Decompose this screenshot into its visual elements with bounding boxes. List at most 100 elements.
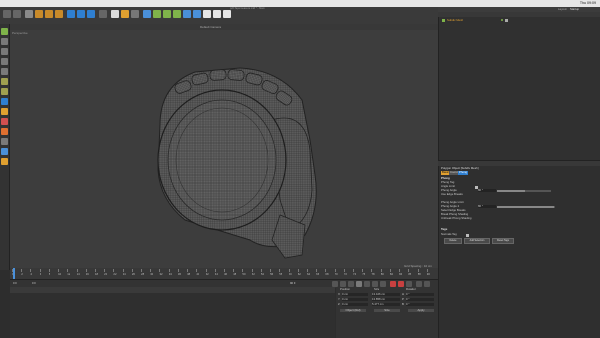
phong-angle-input[interactable]: 80 °	[478, 189, 496, 193]
coord-p-label: P	[402, 298, 404, 301]
locked-workplane-icon[interactable]	[1, 128, 8, 135]
timeline-tick-label: 22	[113, 273, 117, 276]
window-title: pdf-Tapemeasure.c4d * - Main	[230, 7, 265, 10]
camera-icon[interactable]	[213, 10, 221, 18]
rotate-icon[interactable]	[55, 10, 63, 18]
planar-workplane-icon[interactable]	[1, 138, 8, 145]
array-icon[interactable]	[173, 10, 181, 18]
timeline-tick-mark	[233, 269, 234, 272]
timeline-tick-mark	[39, 269, 41, 272]
edges-mode-icon[interactable]	[1, 78, 8, 85]
subdivision-surface-icon[interactable]	[163, 10, 171, 18]
light-icon[interactable]	[223, 10, 231, 18]
timeline-tick-label: 26	[131, 273, 135, 276]
timeline-tick-label: 48	[233, 273, 237, 276]
object-row-subdiv-mesh[interactable]: Subdiv Mesh	[447, 19, 463, 22]
coordinates-manager: Position Size Rotation X 0 cm 13.426 cm …	[336, 287, 438, 338]
timeline-tick-label: 24	[122, 273, 126, 276]
timeline-tick-mark	[58, 269, 59, 272]
snap-icon[interactable]	[1, 118, 8, 125]
render-view-icon[interactable]	[111, 10, 119, 18]
timeline-tick-label: 90	[426, 273, 430, 276]
timeline-tick-mark	[104, 269, 105, 272]
object-list[interactable]: Subdiv Mesh	[438, 17, 600, 160]
workplane-icon[interactable]	[1, 58, 8, 65]
timeline-tick-label: 80	[380, 273, 384, 276]
field-label-use-edge-breaks: Use Edge Breaks	[441, 192, 463, 196]
timeline-tick-mark	[279, 269, 280, 272]
scale-icon[interactable]	[45, 10, 53, 18]
pen-icon[interactable]	[153, 10, 161, 18]
coord-size-select[interactable]: Size	[374, 309, 400, 313]
normals-tag-checkbox[interactable]	[466, 234, 469, 237]
coord-z-position[interactable]: 0 cm	[342, 303, 368, 307]
floor-icon[interactable]	[203, 10, 211, 18]
render-picture-viewer-icon[interactable]	[121, 10, 129, 18]
timeline-tick-label: 66	[316, 273, 320, 276]
phong-tag-icon[interactable]	[505, 19, 508, 22]
layout-select[interactable]: Startup	[570, 8, 579, 11]
viewport-view-label: Perspective	[12, 31, 28, 35]
timeline-ruler[interactable]: 0246810121416182022242628303234363840424…	[10, 268, 438, 279]
material-manager[interactable]	[10, 293, 335, 338]
timeline-tick-mark	[30, 269, 31, 272]
coord-p-rotation[interactable]: 0 °	[406, 298, 434, 302]
lock-icon[interactable]	[1, 158, 8, 165]
coord-x-position[interactable]: 0 cm	[342, 293, 368, 297]
redo-icon[interactable]	[13, 10, 21, 18]
points-mode-icon[interactable]	[1, 68, 8, 75]
phong-angle-slider-fill	[497, 190, 526, 192]
timeline-tick-mark	[316, 269, 317, 272]
make-editable-icon[interactable]	[1, 28, 8, 35]
playhead[interactable]	[13, 268, 15, 279]
timeline-tick-label: 28	[141, 273, 145, 276]
coord-apply-button[interactable]: Apply	[408, 309, 434, 313]
timeline-tick-label: 18	[94, 273, 99, 276]
timeline-tick-label: 56	[270, 273, 274, 276]
bend-icon[interactable]	[183, 10, 191, 18]
coord-b-rotation[interactable]: 0 °	[406, 303, 434, 307]
x-axis-icon[interactable]	[67, 10, 75, 18]
y-axis-icon[interactable]	[77, 10, 85, 18]
coord-y-size[interactable]: 13.858 cm	[372, 298, 400, 302]
coord-z-label: Z	[338, 303, 340, 306]
solo-icon[interactable]	[1, 148, 8, 155]
timeline-tick-label: 68	[325, 273, 329, 276]
delete-button[interactable]: Delete	[444, 238, 462, 244]
axis-mode-icon[interactable]	[1, 108, 8, 115]
current-frame[interactable]: 0 F	[13, 282, 17, 285]
phong-angle-2-input[interactable]: 80 °	[478, 205, 496, 209]
3d-viewport[interactable]	[10, 30, 438, 268]
end-frame[interactable]: 90 F	[290, 282, 296, 285]
normals-tag-label: Normals Tag	[441, 232, 457, 236]
coord-mode-select[interactable]: Object (Rel)	[340, 309, 366, 313]
timeline-tick-label: 40	[196, 273, 200, 276]
polygons-mode-icon[interactable]	[1, 88, 8, 95]
timeline-tick-label: 88	[417, 273, 421, 276]
add-selection-button[interactable]: Add Selection	[464, 238, 490, 244]
coord-x-label: X	[338, 293, 340, 296]
coord-y-position[interactable]: 0 cm	[342, 298, 368, 302]
z-axis-icon[interactable]	[87, 10, 95, 18]
tab-phong[interactable]: Phong	[458, 170, 469, 175]
live-selection-icon[interactable]	[25, 10, 33, 18]
timeline-tick-label: 36	[177, 273, 182, 276]
texture-mode-icon[interactable]	[1, 48, 8, 55]
coord-z-size[interactable]: 5.477 cm	[372, 303, 400, 307]
move-icon[interactable]	[35, 10, 43, 18]
model-mode-icon[interactable]	[1, 38, 8, 45]
render-settings-icon[interactable]	[131, 10, 139, 18]
reset-tags-button[interactable]: Reset Tags	[492, 238, 514, 244]
coordinate-system-icon[interactable]	[99, 10, 107, 18]
visibility-dot-icon[interactable]	[501, 19, 503, 21]
cube-icon[interactable]	[143, 10, 151, 18]
uv-mode-icon[interactable]	[1, 98, 8, 105]
coord-x-size[interactable]: 13.426 cm	[372, 293, 400, 297]
phong-angle-slider[interactable]	[497, 190, 551, 192]
phong-angle-2-slider[interactable]	[497, 206, 555, 208]
timeline-tick-mark	[408, 269, 409, 272]
coord-h-rotation[interactable]: 0 °	[406, 293, 434, 297]
start-frame[interactable]: 0 F	[32, 282, 36, 285]
cloner-icon[interactable]	[193, 10, 201, 18]
undo-icon[interactable]	[3, 10, 11, 18]
